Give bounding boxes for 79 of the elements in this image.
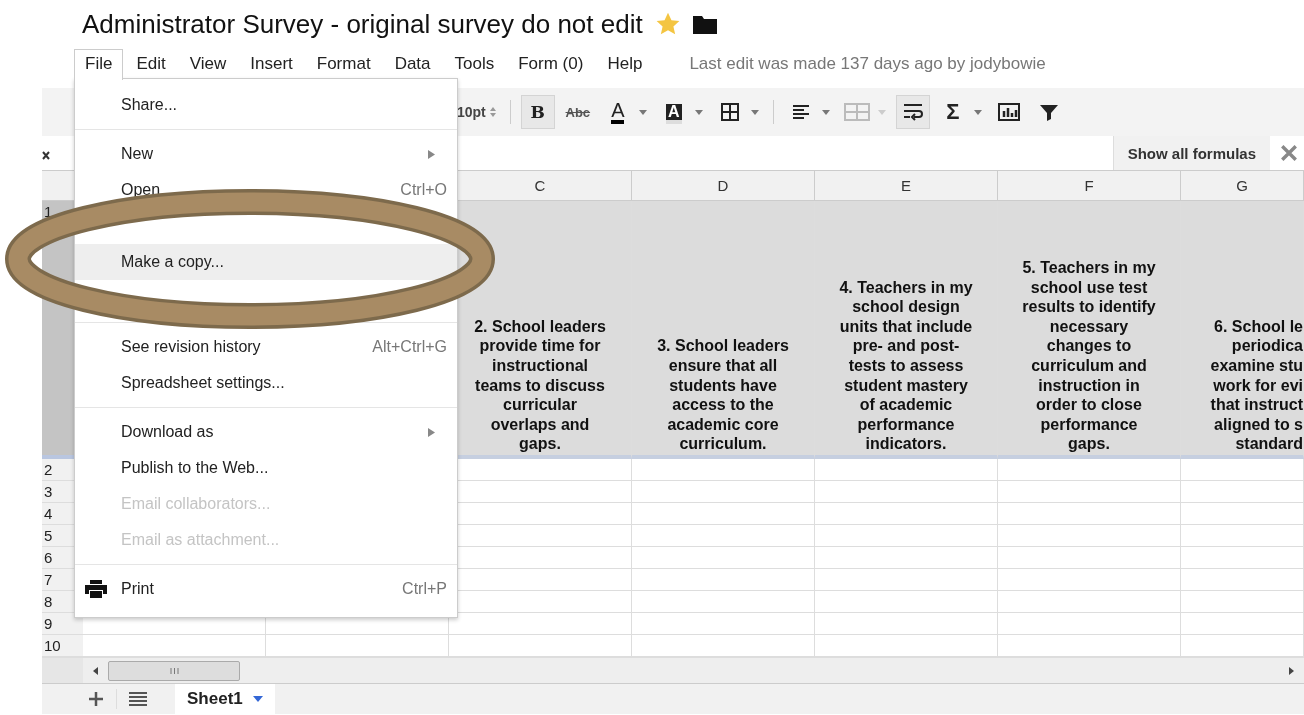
table-cell[interactable]	[1181, 481, 1304, 503]
fill-color-button[interactable]: A	[656, 95, 691, 129]
table-cell[interactable]	[998, 613, 1181, 635]
table-cell[interactable]	[998, 459, 1181, 481]
add-sheet-icon[interactable]	[88, 691, 104, 707]
star-icon[interactable]	[654, 11, 681, 37]
caret-icon[interactable]	[638, 109, 647, 115]
caret-icon[interactable]	[252, 696, 263, 702]
table-cell[interactable]	[815, 547, 998, 569]
menu-item[interactable]: Edit	[125, 49, 177, 80]
table-cell[interactable]	[815, 459, 998, 481]
menu-item[interactable]: View	[178, 49, 238, 80]
table-cell[interactable]	[998, 503, 1181, 525]
caret-icon[interactable]	[973, 109, 982, 115]
menu-item[interactable]: Make a copy...	[75, 244, 457, 280]
column-header[interactable]: E	[815, 171, 998, 201]
table-cell[interactable]	[1181, 459, 1304, 481]
table-cell[interactable]	[1181, 503, 1304, 525]
menu-item[interactable]: Data	[383, 49, 442, 80]
caret-icon[interactable]	[821, 109, 830, 115]
document-title: Administrator Survey - original survey do not edit	[82, 8, 643, 40]
strikethrough-button[interactable]: Abc	[560, 95, 595, 129]
menu-item[interactable]: New	[75, 136, 457, 172]
table-cell[interactable]	[815, 525, 998, 547]
caret-icon[interactable]	[750, 109, 759, 115]
column-header[interactable]: D	[632, 171, 815, 201]
table-cell[interactable]	[998, 569, 1181, 591]
table-cell[interactable]	[632, 481, 815, 503]
scroll-right-icon[interactable]	[1289, 666, 1294, 675]
table-cell[interactable]	[632, 569, 815, 591]
table-cell[interactable]	[1181, 547, 1304, 569]
table-cell[interactable]	[632, 503, 815, 525]
table-cell[interactable]	[632, 525, 815, 547]
sheet-list-icon[interactable]	[129, 691, 147, 707]
column-header[interactable]: F	[998, 171, 1181, 201]
table-cell[interactable]	[815, 569, 998, 591]
table-cell[interactable]	[815, 481, 998, 503]
table-cell[interactable]	[632, 613, 815, 635]
sheet-tab[interactable]: Sheet1	[175, 684, 275, 714]
menu-item[interactable]: Format	[305, 49, 382, 80]
row-header[interactable]: 10	[42, 635, 83, 657]
stepper-icon[interactable]	[489, 107, 496, 117]
menu-item[interactable]: Insert	[239, 49, 304, 80]
row-header[interactable]: 9	[42, 613, 83, 635]
menu-item[interactable]: Tools	[443, 49, 506, 80]
folder-icon[interactable]	[692, 14, 717, 34]
table-cell[interactable]	[815, 503, 998, 525]
table-cell[interactable]: 6. School le periodica examine stu work for evi that instruct aligned to s standard	[1181, 201, 1304, 459]
scrollbar-thumb[interactable]	[108, 660, 240, 681]
table-cell[interactable]: 3. School leaders ensure that all students have access to the academic core curriculum.	[632, 201, 815, 459]
sum-button[interactable]: Σ	[935, 95, 970, 129]
printer-icon	[85, 580, 107, 598]
text-color-button[interactable]: A	[600, 95, 635, 129]
table-cell[interactable]: 4. Teachers in my school design units that include pre- and post- tests to assess student mastery of academic performance indicators.	[815, 201, 998, 459]
table-cell[interactable]	[1181, 525, 1304, 547]
table-cell[interactable]	[998, 591, 1181, 613]
table-cell[interactable]	[632, 547, 815, 569]
show-formulas-button[interactable]: Show all formulas	[1112, 136, 1270, 170]
bold-button[interactable]: B	[520, 95, 555, 129]
column-header[interactable]: G	[1181, 171, 1304, 201]
scroll-left-icon[interactable]	[93, 666, 98, 675]
table-cell[interactable]	[1181, 591, 1304, 613]
last-edit-link[interactable]: Last edit was made 137 days ago by jodybowie	[689, 54, 1046, 80]
table-cell[interactable]: 5. Teachers in my school use test results to identify necessary changes to curriculum and instruction in order to close performance gaps.	[998, 201, 1181, 459]
wrap-icon[interactable]	[895, 95, 930, 129]
table-cell[interactable]	[1181, 613, 1304, 635]
table-cell[interactable]	[815, 613, 998, 635]
menu-item[interactable]: File	[74, 49, 124, 80]
menu-item[interactable]: Help	[596, 49, 654, 80]
close-icon[interactable]	[1280, 144, 1298, 162]
table-cell[interactable]	[632, 591, 815, 613]
table-cell[interactable]	[632, 459, 815, 481]
table-cell[interactable]	[1181, 569, 1304, 591]
caret-icon[interactable]	[694, 109, 703, 115]
table-cell[interactable]	[815, 591, 998, 613]
table-cell[interactable]	[998, 481, 1181, 503]
table-cell[interactable]	[998, 547, 1181, 569]
table-cell[interactable]	[998, 525, 1181, 547]
menu-item[interactable]: Form (0)	[507, 49, 595, 80]
